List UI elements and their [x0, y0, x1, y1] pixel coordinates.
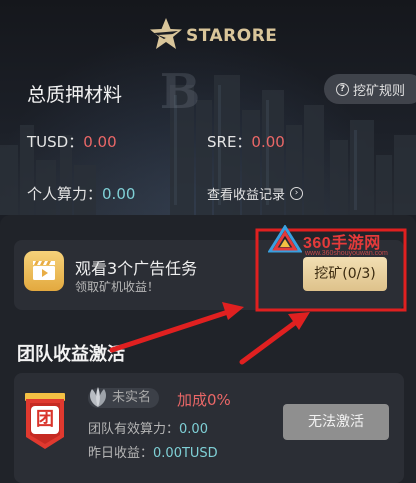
sre-value: 0.00: [251, 133, 285, 151]
sre-balance: SRE：0.00: [207, 131, 285, 152]
tusd-balance: TUSD：0.00: [27, 131, 117, 152]
bitcoin-watermark-icon: B: [159, 64, 201, 120]
ad-task-subtitle: 领取矿机收益！: [75, 280, 160, 294]
page-title: 总质押材料: [27, 84, 123, 106]
mine-button[interactable]: 挖矿(0/3): [303, 257, 387, 291]
video-clapper-icon: [24, 251, 64, 291]
personal-power: 个人算力：0.00: [27, 183, 135, 204]
yesterday-earnings-value: 0.00TUSD: [153, 446, 218, 461]
question-icon: ?: [336, 82, 349, 96]
mining-rules-label: 挖矿规则: [353, 83, 406, 99]
sre-label: SRE：: [207, 133, 252, 151]
tusd-value: 0.00: [83, 133, 117, 151]
tusd-label: TUSD：: [27, 133, 84, 151]
team-badge-label: 团: [31, 406, 59, 434]
team-power-value: 0.00: [179, 422, 208, 437]
watermark-logo-icon: [268, 225, 302, 253]
activate-button[interactable]: 无法激活: [283, 404, 389, 440]
ad-task-title: 观看3个广告任务: [75, 259, 198, 278]
chevron-right-icon: ›: [290, 187, 304, 200]
watermark-url: www.360shouyouwan.com: [305, 250, 388, 257]
yesterday-earnings-label: 昨日收益：: [88, 446, 154, 461]
team-section-title: 团队收益激活: [17, 344, 125, 365]
view-earnings-link[interactable]: 查看收益记录 ›: [207, 184, 304, 203]
bonus-rate: 加成0%: [177, 391, 231, 409]
yesterday-earnings: 昨日收益：0.00TUSD: [88, 442, 218, 461]
team-power-label: 团队有效算力：: [88, 422, 180, 437]
starore-logo-icon: [150, 18, 182, 49]
brand-name: STARORE: [186, 26, 278, 46]
personal-power-label: 个人算力：: [27, 185, 103, 203]
view-earnings-label: 查看收益记录: [207, 188, 286, 203]
personal-power-value: 0.00: [102, 185, 136, 203]
team-power: 团队有效算力：0.00: [88, 418, 208, 437]
mining-rules-button[interactable]: ? 挖矿规则: [324, 74, 416, 104]
leaf-icon: [90, 387, 106, 407]
brand-logo: STARORE: [148, 17, 277, 51]
